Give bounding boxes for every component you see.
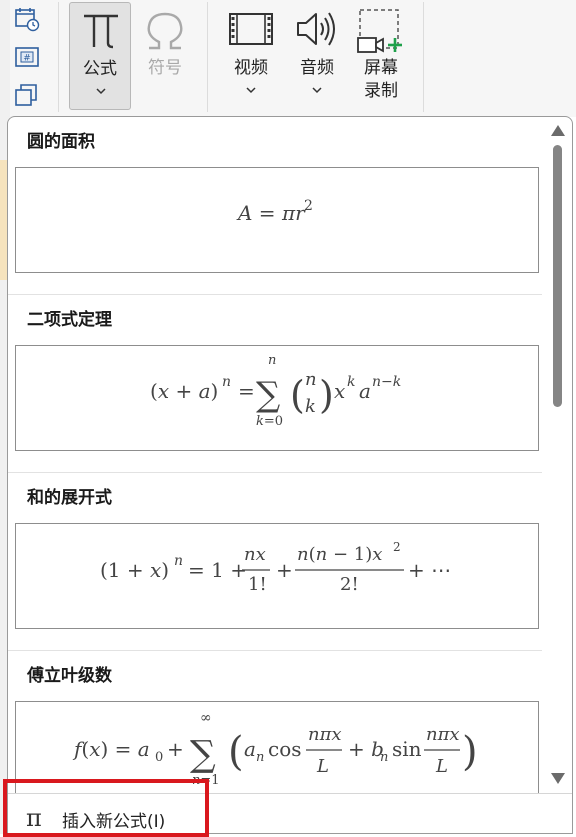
ribbon: # 公式 符号 视频 音频 屏幕 录制	[0, 0, 576, 117]
audio-label: 音频	[300, 58, 334, 77]
video-button[interactable]: 视频	[222, 2, 280, 110]
svg-text:f(x) = a: f(x) = a	[72, 737, 150, 761]
svg-text:n−k: n−k	[372, 374, 401, 390]
svg-text:a: a	[359, 379, 371, 403]
svg-text:a: a	[244, 737, 256, 761]
number-field-icon[interactable]: #	[14, 45, 40, 71]
equation-item-circle-area[interactable]: A = πr 2	[15, 167, 539, 273]
omega-icon	[147, 12, 183, 50]
chevron-down-icon	[312, 87, 322, 94]
equation-gallery: 圆的面积 A = πr 2 二项式定理 (x + a) n = n ∑ k=0	[8, 117, 542, 793]
svg-text:(x + a): (x + a)	[150, 379, 218, 403]
gallery-section-sum-expansion: 和的展开式 (1 + x) n = 1 + nx 1! + n(n − 1)x …	[8, 472, 542, 651]
gallery-scrollbar[interactable]	[546, 117, 570, 793]
svg-text:#: #	[23, 54, 31, 64]
gallery-section-binomial: 二项式定理 (x + a) n = n ∑ k=0 ( n k ) x k a …	[8, 294, 542, 473]
svg-text:= 1 +: = 1 +	[188, 558, 247, 582]
pi-icon: π	[26, 804, 42, 832]
screen-record-label-1: 屏幕	[364, 58, 398, 77]
svg-text:): )	[319, 373, 334, 417]
svg-text:(: (	[228, 729, 244, 775]
chevron-down-icon	[246, 87, 256, 94]
insert-new-equation-label: 插入新公式(I)	[62, 812, 166, 832]
insert-new-equation-item[interactable]: π 插入新公式(I)	[14, 798, 234, 833]
gallery-section-circle-area: 圆的面积 A = πr 2	[8, 117, 542, 295]
scroll-down-arrow-icon[interactable]	[551, 773, 565, 784]
symbol-button[interactable]: 符号	[137, 2, 193, 110]
svg-text:L: L	[316, 756, 329, 777]
svg-text:2!: 2!	[340, 574, 359, 595]
formula-button[interactable]: 公式	[69, 2, 131, 110]
svg-text:A = πr: A = πr	[236, 201, 306, 225]
svg-text:+ b: + b	[348, 737, 384, 761]
svg-text:k: k	[305, 396, 316, 417]
svg-text:nπx: nπx	[426, 724, 460, 745]
svg-text:k=0: k=0	[256, 414, 283, 429]
video-film-icon	[229, 13, 273, 45]
video-label: 视频	[234, 58, 268, 77]
equation-item-binomial[interactable]: (x + a) n = n ∑ k=0 ( n k ) x k a n−k	[15, 345, 539, 451]
equation-render: (x + a) n = n ∑ k=0 ( n k ) x k a n−k	[150, 353, 401, 429]
svg-text:2: 2	[304, 198, 313, 214]
svg-text:nπx: nπx	[308, 724, 342, 745]
scrollbar-thumb[interactable]	[553, 145, 562, 407]
svg-text:cos: cos	[268, 737, 302, 761]
svg-text:+: +	[276, 558, 293, 582]
pi-icon	[84, 14, 118, 49]
svg-text:(: (	[290, 373, 305, 417]
svg-text:+ ⋯: + ⋯	[408, 558, 451, 582]
screen-record-button[interactable]: 屏幕 录制	[352, 2, 410, 110]
svg-text:n: n	[174, 553, 183, 569]
svg-text:nx: nx	[244, 544, 266, 565]
svg-text:2: 2	[393, 540, 401, 554]
equation-render: f(x) = a 0 + ∞ ∑ n=1 ( a n cos nπx L + b…	[72, 710, 478, 788]
svg-text:+: +	[167, 737, 184, 761]
equation-render: (1 + x) n = 1 + nx 1! + n(n − 1)x 2 2! +…	[100, 540, 451, 595]
section-title: 二项式定理	[27, 310, 112, 330]
equation-item-fourier[interactable]: f(x) = a 0 + ∞ ∑ n=1 ( a n cos nπx L + b…	[15, 701, 539, 793]
equation-gallery-dropdown: 圆的面积 A = πr 2 二项式定理 (x + a) n = n ∑ k=0	[7, 116, 573, 834]
section-title: 傅立叶级数	[27, 666, 112, 686]
svg-text:n: n	[268, 353, 276, 368]
screen-record-label-2: 录制	[364, 81, 398, 100]
svg-text:k: k	[347, 374, 355, 390]
audio-button[interactable]: 音频	[288, 2, 346, 110]
date-time-icon[interactable]	[14, 6, 40, 32]
equation-render: A = πr 2	[236, 198, 313, 225]
svg-text:x: x	[334, 379, 345, 403]
svg-text:n=1: n=1	[192, 773, 220, 788]
screen-record-icon	[357, 9, 402, 53]
svg-text:sin: sin	[392, 737, 422, 761]
svg-text:n: n	[222, 374, 231, 390]
svg-text:n(n − 1)x: n(n − 1)x	[297, 544, 382, 565]
svg-text:(1 + x): (1 + x)	[100, 558, 169, 582]
svg-text:): )	[462, 729, 478, 775]
svg-text:∞: ∞	[200, 710, 212, 726]
svg-text:n: n	[380, 750, 388, 765]
svg-text:L: L	[435, 756, 448, 777]
svg-text:0: 0	[155, 750, 163, 765]
section-title: 和的展开式	[27, 488, 112, 508]
gallery-section-fourier: 傅立叶级数 f(x) = a 0 + ∞ ∑ n=1 ( a n cos nπx…	[8, 650, 542, 793]
section-title: 圆的面积	[27, 132, 95, 152]
svg-text:=: =	[238, 379, 255, 403]
speaker-icon	[297, 12, 335, 46]
svg-text:∑: ∑	[256, 375, 280, 415]
formula-label: 公式	[83, 59, 117, 78]
svg-text:n: n	[256, 750, 264, 765]
scroll-up-arrow-icon[interactable]	[551, 125, 565, 136]
gallery-footer: π 插入新公式(I)	[8, 793, 572, 833]
object-icon[interactable]	[14, 82, 40, 108]
svg-text:1!: 1!	[248, 574, 267, 595]
chevron-down-icon	[96, 88, 106, 95]
svg-text:n: n	[305, 369, 317, 390]
svg-text:∑: ∑	[190, 734, 216, 775]
symbol-label: 符号	[148, 58, 182, 77]
equation-item-sum-expansion[interactable]: (1 + x) n = 1 + nx 1! + n(n − 1)x 2 2! +…	[15, 523, 539, 629]
